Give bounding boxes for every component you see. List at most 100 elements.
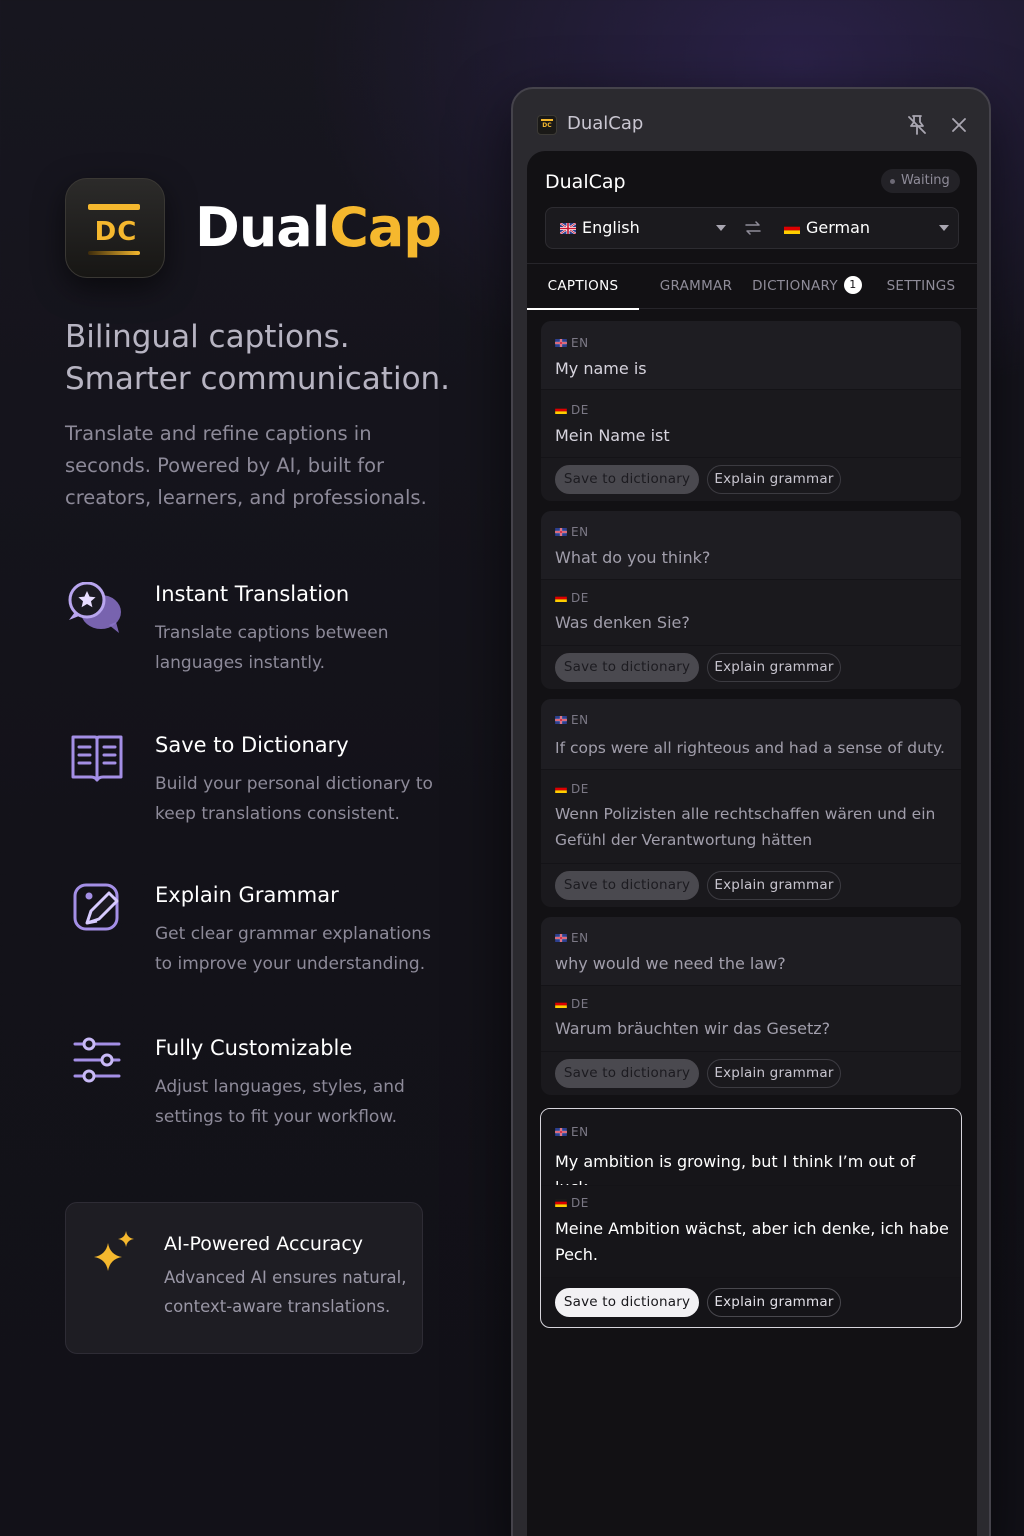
en-tag-label: EN bbox=[571, 1125, 589, 1139]
brand-name-cap: Cap bbox=[329, 196, 442, 259]
tab-settings[interactable]: SETTINGS bbox=[879, 264, 963, 308]
headline-line-1: Bilingual captions. bbox=[65, 319, 350, 355]
save-to-dictionary-button[interactable]: Save to dictionary bbox=[555, 465, 699, 494]
swap-languages-icon[interactable] bbox=[744, 220, 762, 235]
ai-card-description: Advanced AI ensures natural, context-awa… bbox=[164, 1268, 407, 1316]
headline-line-2: Smarter communication. bbox=[65, 361, 451, 397]
en-tag-label: EN bbox=[571, 336, 589, 350]
en-tag: EN bbox=[555, 931, 589, 946]
de-tag: DE bbox=[555, 782, 589, 797]
tab-captions[interactable]: CAPTIONS bbox=[527, 264, 639, 310]
caption-card[interactable]: EN If cops were all righteous and had a … bbox=[541, 699, 961, 907]
de-tag-label: DE bbox=[571, 403, 589, 417]
app-logo-text: DC bbox=[94, 217, 138, 247]
brand-name: DualCap bbox=[195, 201, 442, 255]
source-language-select[interactable]: English bbox=[559, 208, 728, 249]
uk-flag-icon bbox=[555, 1125, 567, 1139]
caption-de-segment: DE Wenn Polizisten alle rechtschaffen wä… bbox=[541, 769, 961, 863]
ai-accuracy-card: AI-Powered Accuracy Advanced AI ensures … bbox=[65, 1202, 423, 1354]
de-tag-label: DE bbox=[571, 997, 589, 1011]
app-logo-icon: DC bbox=[65, 178, 165, 278]
caption-card[interactable]: EN why would we need the law? DE Warum b… bbox=[541, 917, 961, 1095]
caption-card-selected[interactable]: EN My ambition is growing, but I think I… bbox=[540, 1108, 962, 1328]
app-window: DC DualCap DualCap Waiting English Germa… bbox=[511, 87, 991, 1536]
feature-description: Get clear grammar explanations to improv… bbox=[155, 924, 431, 974]
headline: Bilingual captions. Smarter communicatio… bbox=[65, 316, 485, 400]
window-titlebar[interactable]: DC DualCap bbox=[513, 89, 989, 151]
sparkle-icon bbox=[88, 1229, 140, 1281]
save-to-dictionary-button[interactable]: Save to dictionary bbox=[555, 1288, 699, 1317]
explain-grammar-button[interactable]: Explain grammar bbox=[707, 1059, 841, 1088]
de-tag: DE bbox=[555, 403, 589, 418]
german-flag-icon bbox=[555, 403, 567, 417]
caption-en-segment: EN My name is bbox=[541, 321, 961, 389]
caption-de-text: Was denken Sie? bbox=[555, 613, 690, 632]
tab-dictionary[interactable]: DICTIONARY 1 bbox=[751, 264, 863, 308]
en-tag: EN bbox=[555, 1125, 589, 1140]
caption-en-segment: EN why would we need the law? bbox=[541, 917, 961, 985]
de-tag: DE bbox=[555, 591, 589, 606]
caption-card[interactable]: EN My name is DE Mein Name ist Save to d… bbox=[541, 321, 961, 501]
language-selector-bar: English German bbox=[545, 207, 959, 249]
tab-bar: CAPTIONS GRAMMAR DICTIONARY 1 SETTINGS bbox=[527, 263, 977, 310]
de-tag-label: DE bbox=[571, 782, 589, 796]
brand-header: DC DualCap bbox=[65, 178, 442, 278]
book-icon bbox=[65, 733, 129, 789]
caption-en-text: If cops were all righteous and had a sen… bbox=[555, 739, 945, 757]
close-icon[interactable] bbox=[947, 113, 971, 137]
edit-icon bbox=[65, 883, 129, 939]
caption-en-segment: EN What do you think? bbox=[541, 511, 961, 579]
sliders-icon bbox=[65, 1036, 129, 1092]
explain-grammar-button[interactable]: Explain grammar bbox=[707, 871, 841, 900]
target-language-label: German bbox=[806, 218, 871, 237]
ai-card-title: AI-Powered Accuracy bbox=[164, 1233, 364, 1255]
explain-grammar-button[interactable]: Explain grammar bbox=[707, 653, 841, 682]
uk-flag-icon bbox=[559, 209, 577, 249]
uk-flag-icon bbox=[555, 931, 567, 945]
caption-actions: Save to dictionary Explain grammar bbox=[541, 863, 961, 907]
caption-en-segment: EN My ambition is growing, but I think I… bbox=[541, 1109, 961, 1197]
status-text: Waiting bbox=[901, 173, 950, 188]
target-language-select[interactable]: German bbox=[784, 208, 952, 248]
caption-de-text: Mein Name ist bbox=[555, 426, 670, 445]
subheadline: Translate and refine captions in seconds… bbox=[65, 422, 427, 509]
feature-description: Translate captions between languages ins… bbox=[155, 623, 389, 673]
tab-dictionary-label: DICTIONARY bbox=[752, 278, 838, 294]
caption-en-text: What do you think? bbox=[555, 548, 711, 567]
feature-title: Save to Dictionary bbox=[155, 733, 349, 757]
uk-flag-icon bbox=[555, 525, 567, 539]
caption-card[interactable]: EN What do you think? DE Was denken Sie?… bbox=[541, 511, 961, 689]
tab-grammar[interactable]: GRAMMAR bbox=[651, 264, 741, 308]
german-flag-icon bbox=[555, 997, 567, 1011]
en-tag: EN bbox=[555, 525, 589, 540]
feature-description: Adjust languages, styles, and settings t… bbox=[155, 1077, 405, 1127]
captions-panel: DualCap Waiting English German CAPTIONS … bbox=[527, 151, 977, 1536]
caption-de-text: Wenn Polizisten alle rechtschaffen wären… bbox=[555, 805, 936, 849]
explain-grammar-button[interactable]: Explain grammar bbox=[707, 465, 841, 494]
en-tag: EN bbox=[555, 336, 589, 351]
feature-description: Build your personal dictionary to keep t… bbox=[155, 774, 433, 824]
save-to-dictionary-button[interactable]: Save to dictionary bbox=[555, 1059, 699, 1088]
save-to-dictionary-button[interactable]: Save to dictionary bbox=[555, 871, 699, 900]
pin-off-icon[interactable] bbox=[905, 113, 929, 137]
de-tag: DE bbox=[555, 1196, 589, 1211]
panel-title: DualCap bbox=[545, 171, 626, 193]
en-tag-label: EN bbox=[571, 525, 589, 539]
caption-de-text: Warum bräuchten wir das Gesetz? bbox=[555, 1019, 831, 1038]
en-tag-label: EN bbox=[571, 713, 589, 727]
caption-actions: Save to dictionary Explain grammar bbox=[541, 645, 961, 689]
window-title: DualCap bbox=[567, 113, 644, 134]
uk-flag-icon bbox=[555, 336, 567, 350]
caption-en-text: why would we need the law? bbox=[555, 954, 786, 973]
explain-grammar-button[interactable]: Explain grammar bbox=[707, 1288, 841, 1317]
chat-translate-icon bbox=[65, 581, 129, 638]
chevron-down-icon[interactable] bbox=[939, 225, 949, 231]
save-to-dictionary-button[interactable]: Save to dictionary bbox=[555, 653, 699, 682]
caption-actions: Save to dictionary Explain grammar bbox=[541, 1277, 961, 1327]
en-tag-label: EN bbox=[571, 931, 589, 945]
de-tag: DE bbox=[555, 997, 589, 1012]
german-flag-icon bbox=[784, 209, 800, 249]
uk-flag-icon bbox=[555, 713, 567, 727]
chevron-down-icon[interactable] bbox=[716, 225, 726, 231]
de-tag-label: DE bbox=[571, 591, 589, 605]
